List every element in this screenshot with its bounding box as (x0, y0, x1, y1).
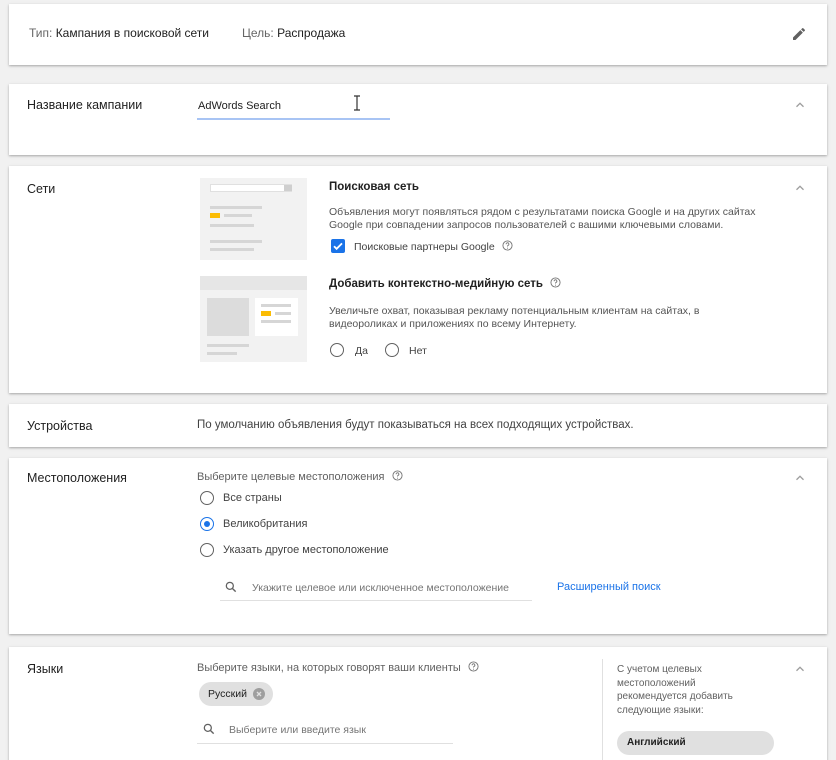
language-recommendation-text: С учетом целевых местоположений рекоменд… (617, 664, 733, 716)
campaign-type: Тип: Кампания в поисковой сети (29, 26, 209, 40)
campaign-summary-card: Тип: Кампания в поисковой сети Цель: Рас… (9, 4, 827, 65)
locations-card: Местоположения Выберите целевые местопол… (9, 458, 827, 634)
language-chip-label: Русский (208, 688, 247, 700)
campaign-name-input[interactable]: AdWords Search (197, 94, 390, 120)
devices-label: Устройства (27, 419, 93, 433)
search-network-title: Поисковая сеть (329, 181, 419, 193)
illus-line (261, 304, 291, 307)
networks-card: Сети Поисковая сеть Объявления могут поя… (9, 166, 827, 393)
locations-prompt-text: Выберите целевые местоположения (197, 471, 385, 483)
display-network-illustration (200, 276, 307, 362)
campaign-goal-prefix: Цель: (242, 26, 274, 40)
search-icon (202, 722, 216, 736)
campaign-type-prefix: Тип: (29, 26, 53, 40)
devices-summary: По умолчанию объявления будут показывать… (197, 419, 634, 431)
search-icon (224, 580, 238, 594)
illus-line (210, 248, 254, 251)
illus-content-block (207, 298, 249, 336)
text-cursor-icon (353, 95, 361, 111)
language-chip-russian[interactable]: Русский (199, 682, 273, 706)
collapse-chevron-up-icon[interactable] (793, 471, 807, 485)
illus-line (207, 352, 237, 355)
language-recommendation-panel: С учетом целевых местоположений рекоменд… (602, 659, 782, 760)
location-uk-label: Великобритания (223, 518, 308, 530)
campaign-goal-value: Распродажа (277, 26, 346, 40)
help-icon[interactable] (550, 277, 561, 288)
campaign-name-label: Название кампании (27, 98, 143, 112)
locations-label: Местоположения (27, 471, 127, 485)
illus-line (210, 206, 262, 209)
location-uk-radio[interactable] (200, 517, 214, 531)
search-network-description: Объявления могут появляться рядом с резу… (329, 206, 756, 231)
display-network-yes-radio[interactable] (330, 343, 344, 357)
languages-prompt: Выберите языки, на которых говорят ваши … (197, 661, 479, 674)
location-all-countries-radio[interactable] (200, 491, 214, 505)
illus-search-box (210, 184, 292, 192)
illus-line (207, 344, 249, 347)
devices-card[interactable]: Устройства По умолчанию объявления будут… (9, 404, 827, 447)
illus-line (275, 312, 291, 315)
chip-remove-icon[interactable] (253, 688, 265, 700)
campaign-type-value: Кампания в поисковой сети (55, 26, 210, 40)
display-network-title-text: Добавить контекстно-медийную сеть (329, 278, 543, 290)
help-icon[interactable] (392, 470, 403, 481)
networks-label: Сети (27, 182, 56, 196)
edit-pencil-icon[interactable] (791, 26, 807, 42)
help-icon[interactable] (468, 661, 479, 672)
illus-yellow-tag (210, 213, 220, 218)
location-all-countries-label: Все страны (223, 492, 282, 504)
recommended-language-label: Английский (627, 737, 686, 748)
search-network-illustration (200, 178, 307, 260)
advanced-search-link[interactable]: Расширенный поиск (557, 581, 661, 593)
checkbox-checked-icon (333, 242, 343, 251)
location-search-placeholder: Укажите целевое или исключенное местопол… (252, 582, 509, 594)
search-partners-text: Поисковые партнеры Google (354, 241, 495, 253)
display-network-title: Добавить контекстно-медийную сеть (329, 277, 561, 290)
recommended-language-chip[interactable]: Английский (617, 731, 774, 755)
illus-line (210, 240, 262, 243)
collapse-chevron-up-icon[interactable] (793, 181, 807, 195)
display-network-no-label: Нет (409, 345, 427, 357)
illus-line (224, 214, 252, 217)
location-other-radio[interactable] (200, 543, 214, 557)
display-network-no-radio[interactable] (385, 343, 399, 357)
display-network-description: Увеличьте охват, показывая рекламу потен… (329, 305, 700, 330)
illus-line (210, 224, 254, 227)
language-search-input[interactable]: Выберите или введите язык (197, 717, 453, 744)
search-partners-checkbox[interactable] (331, 239, 345, 253)
illus-line (261, 320, 291, 323)
illus-yellow-tag (261, 311, 271, 316)
languages-label: Языки (27, 662, 64, 676)
languages-card: Языки Выберите языки, на которых говорят… (9, 647, 827, 760)
campaign-goal: Цель: Распродажа (242, 26, 345, 40)
search-partners-label: Поисковые партнеры Google (354, 240, 513, 253)
language-search-placeholder: Выберите или введите язык (229, 724, 366, 736)
collapse-chevron-up-icon[interactable] (793, 98, 807, 112)
campaign-name-card: Название кампании AdWords Search (9, 84, 827, 155)
languages-prompt-text: Выберите языки, на которых говорят ваши … (197, 662, 461, 674)
locations-prompt: Выберите целевые местоположения (197, 470, 403, 483)
illus-search-button (284, 185, 292, 191)
help-icon[interactable] (502, 240, 513, 251)
location-search-input[interactable]: Укажите целевое или исключенное местопол… (220, 573, 532, 601)
display-network-yes-label: Да (355, 345, 368, 357)
illus-page-top (200, 276, 307, 290)
collapse-chevron-up-icon[interactable] (793, 662, 807, 676)
location-other-label: Указать другое местоположение (223, 544, 389, 556)
campaign-name-value: AdWords Search (198, 100, 281, 112)
